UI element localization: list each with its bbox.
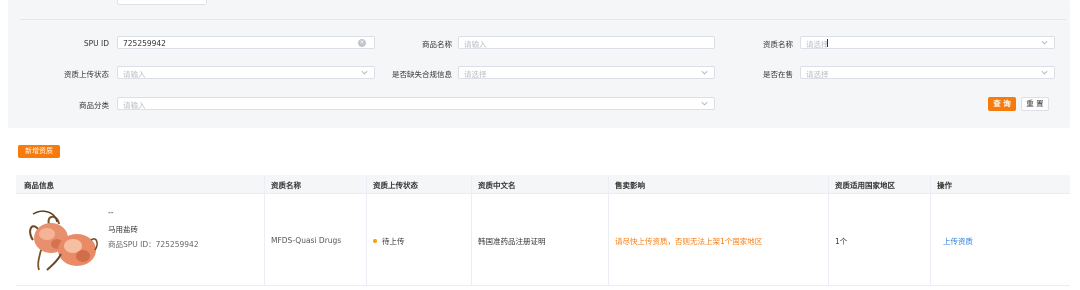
- on-sale-label: 是否在售: [763, 70, 793, 79]
- filter-divider: [20, 19, 1066, 20]
- header-sale-impact: 售卖影响: [615, 181, 645, 190]
- product-name-input[interactable]: 请输入: [458, 36, 715, 49]
- missing-compliance-select[interactable]: 请选择: [458, 66, 715, 79]
- countries-cell: 1个: [835, 237, 848, 246]
- product-name-placeholder: 请输入: [464, 39, 487, 49]
- upload-qualification-link[interactable]: 上传资质: [943, 236, 973, 247]
- upload-status-cell: 待上传: [373, 236, 405, 247]
- qualification-name-cell: MFDS-Quasi Drugs: [271, 236, 342, 245]
- upload-status-placeholder: 请输入: [123, 69, 146, 79]
- add-qualification-button[interactable]: 新增资质: [18, 145, 60, 158]
- text-caret: [827, 39, 828, 47]
- spu-id-input[interactable]: 725259942 ×: [117, 36, 375, 49]
- chevron-down-icon: [1041, 40, 1048, 45]
- status-dot-icon: [373, 239, 377, 243]
- spu-id-value: 725259942: [123, 38, 166, 48]
- table-header: 商品信息 资质名称 资质上传状态 资质中文名 售卖影响 资质适用国家地区 操作: [16, 175, 1070, 194]
- status-text: 待上传: [382, 237, 405, 246]
- on-sale-placeholder: 请选择: [806, 69, 829, 79]
- upload-status-label: 资质上传状态: [64, 70, 109, 79]
- search-button[interactable]: 查 询: [988, 97, 1016, 111]
- spu-id-label: SPU ID: [83, 39, 109, 48]
- header-qualification-name: 资质名称: [271, 181, 301, 190]
- cn-name-cell: 韩国准药品注册证明: [478, 237, 546, 246]
- sale-impact-cell: 请尽快上传资质，否则无法上架1个国家地区: [615, 237, 763, 246]
- qualification-name-select[interactable]: 请选择: [800, 36, 1055, 49]
- upload-status-select[interactable]: 请输入: [117, 66, 375, 79]
- header-upload-status: 资质上传状态: [373, 181, 418, 190]
- product-dash: --: [108, 208, 114, 217]
- category-placeholder: 请输入: [123, 100, 146, 110]
- table-row: -- 马用盐砖 商品SPU ID：725259942 MFDS-Quasi Dr…: [16, 194, 1070, 286]
- category-label: 商品分类: [79, 101, 109, 110]
- chevron-down-icon: [701, 70, 708, 75]
- header-product-info: 商品信息: [24, 181, 54, 190]
- clear-icon[interactable]: ×: [358, 39, 366, 47]
- product-name: 马用盐砖: [108, 225, 138, 234]
- product-name-label: 商品名称: [422, 40, 452, 49]
- collapsed-control[interactable]: [117, 0, 207, 5]
- chevron-down-icon: [1041, 70, 1048, 75]
- reset-button[interactable]: 重 置: [1021, 97, 1049, 111]
- chevron-down-icon: [701, 101, 708, 106]
- header-actions: 操作: [937, 181, 952, 190]
- header-cn-name: 资质中文名: [478, 181, 516, 190]
- product-thumbnail: [29, 210, 98, 271]
- qualification-table: 商品信息 资质名称 资质上传状态 资质中文名 售卖影响 资质适用国家地区 操作 …: [16, 175, 1070, 286]
- missing-compliance-label: 是否缺失合规信息: [392, 70, 452, 79]
- qualification-name-label: 资质名称: [763, 40, 793, 49]
- product-spu-id: 商品SPU ID：725259942: [108, 240, 199, 249]
- chevron-down-icon: [361, 70, 368, 75]
- on-sale-select[interactable]: 请选择: [800, 66, 1055, 79]
- qualification-name-placeholder: 请选择: [806, 39, 829, 49]
- header-countries: 资质适用国家地区: [835, 181, 895, 190]
- missing-compliance-placeholder: 请选择: [464, 69, 487, 79]
- category-select[interactable]: 请输入: [117, 97, 715, 110]
